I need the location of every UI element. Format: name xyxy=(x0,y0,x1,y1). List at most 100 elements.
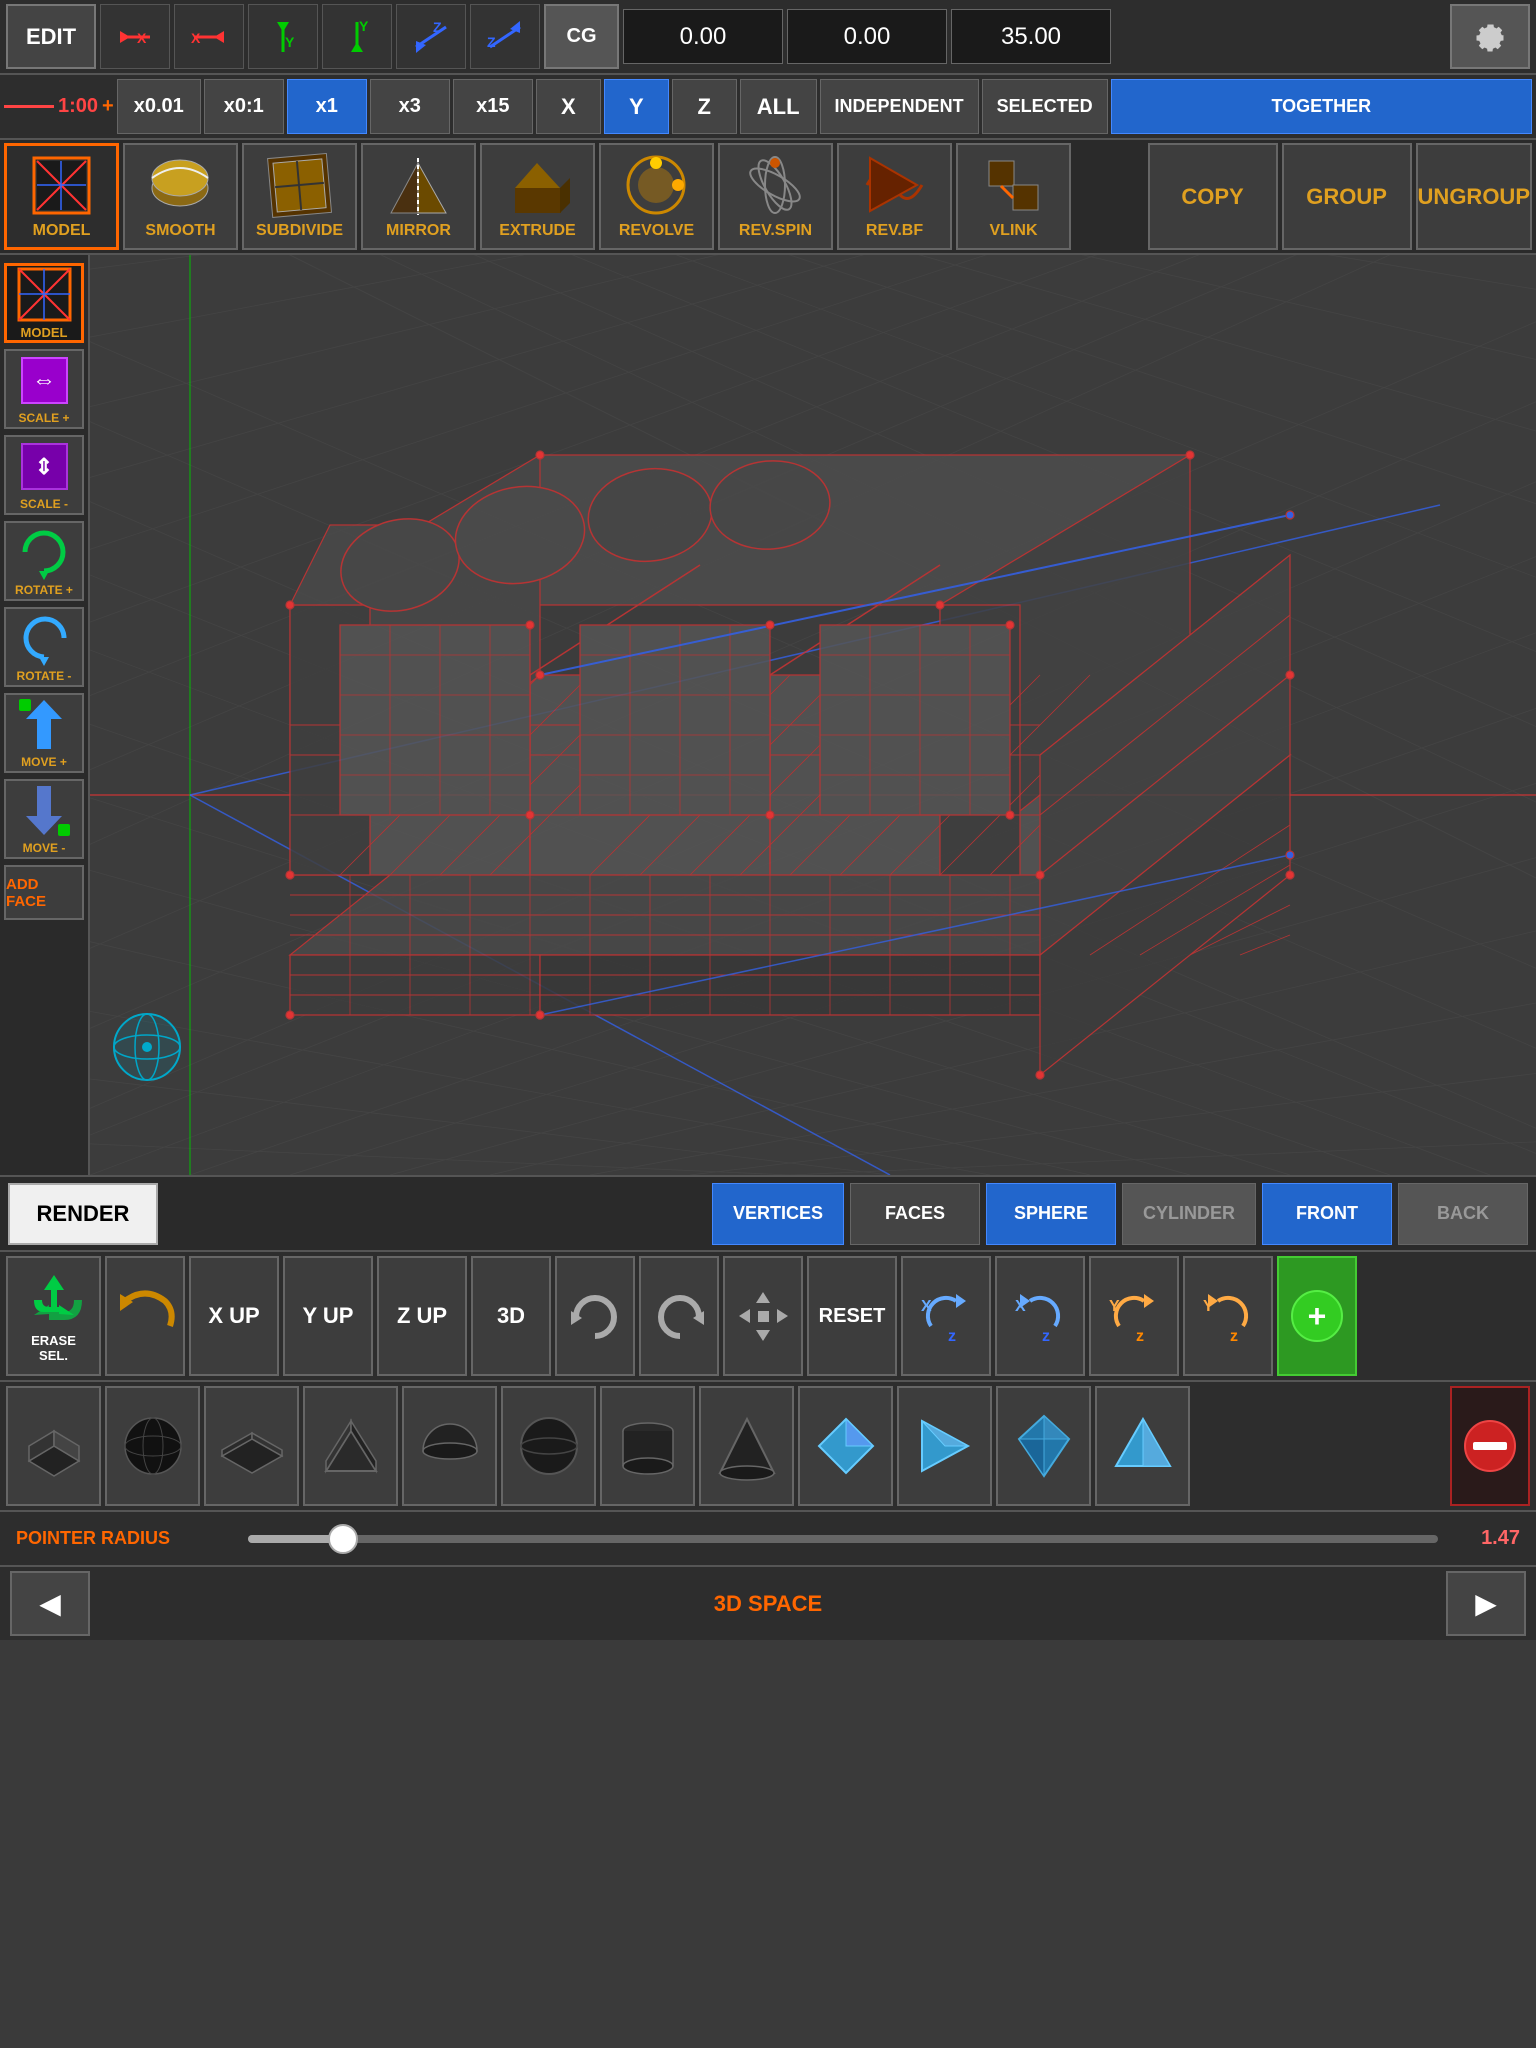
mult-1-btn[interactable]: x1 xyxy=(287,79,367,134)
scale-plus-btn[interactable]: ⇔ SCALE + xyxy=(4,349,84,429)
rev-spin-tool-btn[interactable]: REV.SPIN xyxy=(718,143,833,250)
nav-center-label: 3D SPACE xyxy=(90,1591,1446,1617)
navigation-sphere[interactable] xyxy=(110,1010,185,1085)
revolve-tool-label: REVOLVE xyxy=(619,222,694,240)
revolve-tool-btn[interactable]: REVOLVE xyxy=(599,143,714,250)
plus-icon: + xyxy=(102,95,114,118)
mult-0.01-btn[interactable]: x0.01 xyxy=(117,79,201,134)
rotate-minus-label: ROTATE - xyxy=(17,669,72,683)
axis-all-toggle[interactable]: ALL xyxy=(740,79,817,134)
tool-bar: MODEL SMOOTH SUBDIVIDE MIRROR xyxy=(0,140,1536,255)
rotate-yz-neg-btn[interactable]: Y z xyxy=(1183,1256,1273,1376)
axis-y-neg-button[interactable]: Y xyxy=(248,4,318,69)
render-bar: RENDER VERTICES FACES SPHERE CYLINDER FR… xyxy=(0,1175,1536,1250)
mult-0.1-btn[interactable]: x0:1 xyxy=(204,79,284,134)
recycle-btn[interactable]: ERASESEL. xyxy=(6,1256,101,1376)
rotate-xz-neg-btn[interactable]: X z xyxy=(995,1256,1085,1376)
cone-btn[interactable] xyxy=(699,1386,794,1506)
sphere-medium-btn[interactable] xyxy=(501,1386,596,1506)
independent-mode-btn[interactable]: INDEPENDENT xyxy=(820,79,979,134)
vlink-tool-btn[interactable]: VLINK xyxy=(956,143,1071,250)
wedge-btn[interactable] xyxy=(303,1386,398,1506)
ungroup-button[interactable]: UNGROUP xyxy=(1416,143,1532,250)
model-tool-btn[interactable]: MODEL xyxy=(4,143,119,250)
together-mode-btn[interactable]: TOGETHER xyxy=(1111,79,1532,134)
rotate-minus-btn[interactable]: ROTATE - xyxy=(4,607,84,687)
blue-diamond-btn[interactable] xyxy=(996,1386,1091,1506)
x-coord-input[interactable] xyxy=(623,9,783,64)
axis-x-neg-button[interactable]: X xyxy=(100,4,170,69)
model-active-btn[interactable]: MODEL xyxy=(4,263,84,343)
move-plus-btn[interactable]: MOVE + xyxy=(4,693,84,773)
axis-y-pos-button[interactable]: Y xyxy=(322,4,392,69)
svg-text:X: X xyxy=(191,30,201,46)
left-sidebar: MODEL ⇔ SCALE + ⇕ SCALE - ROTATE + xyxy=(0,255,90,1175)
edit-button[interactable]: EDIT xyxy=(6,4,96,69)
redo-btn[interactable] xyxy=(639,1256,719,1376)
mirror-tool-btn[interactable]: MIRROR xyxy=(361,143,476,250)
selected-mode-btn[interactable]: SELECTED xyxy=(982,79,1108,134)
cg-button[interactable]: CG xyxy=(544,4,619,69)
sphere-dark-btn[interactable] xyxy=(105,1386,200,1506)
pointer-slider-track[interactable] xyxy=(248,1535,1438,1543)
blue-pyramid-btn[interactable] xyxy=(1095,1386,1190,1506)
nav-right-btn[interactable]: ▶ xyxy=(1446,1571,1526,1636)
add-face-btn[interactable]: ADD FACE xyxy=(4,865,84,920)
3d-btn[interactable]: 3D xyxy=(471,1256,551,1376)
sphere-view-btn[interactable]: SPHERE xyxy=(986,1183,1116,1245)
settings-button[interactable] xyxy=(1450,4,1530,69)
move-arrows-btn[interactable] xyxy=(723,1256,803,1376)
viewport[interactable] xyxy=(90,255,1536,1175)
mult-15-btn[interactable]: x15 xyxy=(453,79,533,134)
smooth-tool-btn[interactable]: SMOOTH xyxy=(123,143,238,250)
axis-z-neg-button[interactable]: Z xyxy=(396,4,466,69)
blue-triangle-btn[interactable] xyxy=(798,1386,893,1506)
rotate-xz-btn[interactable]: X z xyxy=(901,1256,991,1376)
rev-bf-tool-btn[interactable]: REV.BF xyxy=(837,143,952,250)
z-up-btn[interactable]: Z UP xyxy=(377,1256,467,1376)
nav-bar: ◀ 3D SPACE ▶ xyxy=(0,1565,1536,1640)
add-btn[interactable]: + xyxy=(1277,1256,1357,1376)
axis-y-toggle[interactable]: Y xyxy=(604,79,669,134)
back-view-btn[interactable]: BACK xyxy=(1398,1183,1528,1245)
second-bar: 1:00 + x0.01 x0:1 x1 x3 x15 X Y Z ALL IN… xyxy=(0,75,1536,140)
mult-3-btn[interactable]: x3 xyxy=(370,79,450,134)
reset-label: RESET xyxy=(819,1305,886,1328)
cylinder-view-btn[interactable]: CYLINDER xyxy=(1122,1183,1256,1245)
faces-view-btn[interactable]: FACES xyxy=(850,1183,980,1245)
flat-quad-btn[interactable] xyxy=(6,1386,101,1506)
x-up-btn[interactable]: X UP xyxy=(189,1256,279,1376)
z-coord-input[interactable] xyxy=(951,9,1111,64)
subtract-btn[interactable] xyxy=(1450,1386,1530,1506)
cylinder-btn[interactable] xyxy=(600,1386,695,1506)
half-sphere-btn[interactable] xyxy=(402,1386,497,1506)
y-coord-input[interactable] xyxy=(787,9,947,64)
flat-thin-btn[interactable] xyxy=(204,1386,299,1506)
axis-x-toggle[interactable]: X xyxy=(536,79,601,134)
svg-text:z: z xyxy=(1230,1328,1238,1345)
axis-x-pos-button[interactable]: X xyxy=(174,4,244,69)
rotate-yz-btn[interactable]: Y z xyxy=(1089,1256,1179,1376)
axis-z-toggle[interactable]: Z xyxy=(672,79,737,134)
undo-btn[interactable] xyxy=(555,1256,635,1376)
rotate-plus-btn[interactable]: ROTATE + xyxy=(4,521,84,601)
axis-z-pos-button[interactable]: Z xyxy=(470,4,540,69)
blue-arrow-btn[interactable] xyxy=(897,1386,992,1506)
3d-label: 3D xyxy=(497,1303,525,1329)
y-up-btn[interactable]: Y UP xyxy=(283,1256,373,1376)
rev-bf-tool-label: REV.BF xyxy=(866,222,923,240)
vertices-view-btn[interactable]: VERTICES xyxy=(712,1183,844,1245)
smooth-tool-label: SMOOTH xyxy=(145,222,215,240)
scale-minus-btn[interactable]: ⇕ SCALE - xyxy=(4,435,84,515)
move-minus-btn[interactable]: MOVE - xyxy=(4,779,84,859)
copy-button[interactable]: COPY xyxy=(1148,143,1278,250)
render-button[interactable]: RENDER xyxy=(8,1183,158,1245)
group-button[interactable]: GROUP xyxy=(1282,143,1412,250)
reset-btn[interactable]: RESET xyxy=(807,1256,897,1376)
nav-left-btn[interactable]: ◀ xyxy=(10,1571,90,1636)
extrude-tool-btn[interactable]: EXTRUDE xyxy=(480,143,595,250)
pointer-slider-thumb[interactable] xyxy=(328,1524,358,1554)
undo-arrow-btn[interactable] xyxy=(105,1256,185,1376)
front-view-btn[interactable]: FRONT xyxy=(1262,1183,1392,1245)
subdivide-tool-btn[interactable]: SUBDIVIDE xyxy=(242,143,357,250)
